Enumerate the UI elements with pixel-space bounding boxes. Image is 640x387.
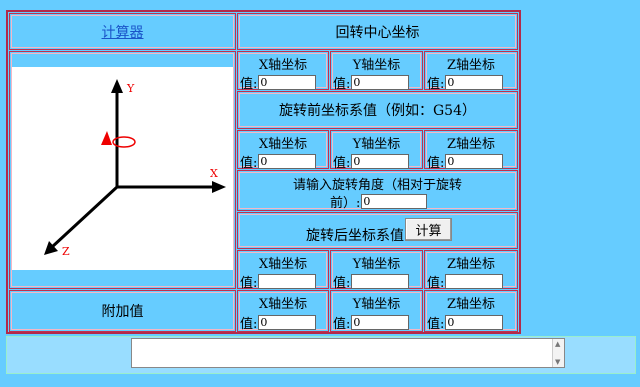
as-z-prefix: 值:	[427, 276, 445, 291]
output-textarea[interactable]: ▲ ▼	[131, 338, 565, 368]
ex-y-prefix: 值:	[333, 317, 351, 332]
bs-x-input[interactable]	[258, 154, 317, 169]
x-axis-label: X	[210, 167, 218, 180]
ex-z-prefix: 值:	[427, 317, 445, 332]
bs-x-cell: X轴坐标 值:	[237, 130, 329, 171]
rc-y-prefix: 值:	[333, 77, 351, 92]
bs-y-input[interactable]	[351, 154, 410, 169]
rotation-center-title-cell: 回转中心坐标	[237, 13, 518, 50]
rc-y-label: Y轴坐标	[352, 58, 401, 73]
bs-z-prefix: 值:	[427, 156, 445, 171]
diagram-cell: Y X Z	[9, 51, 236, 289]
calculate-button[interactable]: 计算	[405, 218, 452, 241]
before-system-title: 旋转前坐标系值（例如：G54）	[279, 103, 476, 119]
angle-cell: 请输入旋转角度（相对于旋转 前）:	[237, 170, 518, 211]
angle-prompt-line1: 请输入旋转角度（相对于旋转	[292, 178, 462, 193]
scroll-up-icon[interactable]: ▲	[555, 340, 560, 348]
after-system-title-cell: 旋转后坐标系值 计算	[237, 212, 518, 249]
bs-x-label: X轴坐标	[258, 137, 308, 152]
as-z-cell: Z轴坐标 值:	[424, 250, 518, 291]
ex-z-cell: Z轴坐标 值:	[424, 290, 518, 332]
before-system-title-cell: 旋转前坐标系值（例如：G54）	[237, 91, 518, 129]
ex-y-cell: Y轴坐标 值:	[330, 290, 423, 332]
as-x-input[interactable]	[258, 274, 317, 289]
bs-y-cell: Y轴坐标 值:	[330, 130, 423, 171]
angle-prompt-line2: 前）:	[330, 196, 361, 211]
as-z-label: Z轴坐标	[446, 257, 496, 272]
x-axis-arrow	[212, 181, 226, 193]
ex-z-label: Z轴坐标	[446, 297, 496, 312]
angle-input[interactable]	[361, 194, 428, 209]
rotation-center-title: 回转中心坐标	[335, 24, 420, 41]
scroll-down-icon[interactable]: ▼	[555, 358, 560, 366]
axis-diagram: Y X Z	[12, 67, 233, 270]
as-x-prefix: 值:	[240, 276, 258, 291]
after-system-title: 旋转后坐标系值	[306, 228, 404, 244]
rc-x-prefix: 值:	[240, 77, 258, 92]
rc-y-cell: Y轴坐标 值:	[330, 51, 423, 92]
rc-x-cell: X轴坐标 值:	[237, 51, 329, 92]
bs-y-prefix: 值:	[333, 156, 351, 171]
bs-z-input[interactable]	[445, 154, 504, 169]
calculator-link[interactable]: 计算器	[102, 22, 144, 42]
calculator-link-cell: 计算器	[9, 13, 236, 50]
rc-x-input[interactable]	[258, 75, 317, 90]
rc-x-label: X轴坐标	[258, 58, 308, 73]
as-y-cell: Y轴坐标 值:	[330, 250, 423, 291]
rotation-arrow-icon	[101, 131, 112, 145]
as-x-label: X轴坐标	[258, 257, 308, 272]
z-axis-label: Z	[62, 245, 70, 258]
z-axis-line	[50, 185, 119, 249]
ex-x-cell: X轴坐标 值:	[237, 290, 329, 332]
bs-y-label: Y轴坐标	[352, 137, 401, 152]
rc-y-input[interactable]	[351, 75, 410, 90]
as-y-input[interactable]	[351, 274, 410, 289]
rc-z-prefix: 值:	[427, 77, 445, 92]
rc-z-label: Z轴坐标	[446, 58, 496, 73]
bs-z-cell: Z轴坐标 值:	[424, 130, 518, 171]
ex-y-input[interactable]	[351, 315, 410, 330]
ex-x-label: X轴坐标	[258, 297, 308, 312]
extra-value-label-cell: 附加值	[9, 290, 236, 332]
y-axis-label: Y	[126, 82, 135, 95]
ex-z-input[interactable]	[445, 315, 504, 330]
ex-x-prefix: 值:	[240, 317, 258, 332]
ex-y-label: Y轴坐标	[352, 297, 401, 312]
rc-z-cell: Z轴坐标 值:	[424, 51, 518, 92]
bs-z-label: Z轴坐标	[446, 137, 496, 152]
output-scrollbar[interactable]: ▲ ▼	[552, 339, 564, 367]
axis-diagram-svg: Y X Z	[44, 79, 226, 258]
bs-x-prefix: 值:	[240, 156, 258, 171]
as-z-input[interactable]	[445, 274, 504, 289]
y-axis-arrow	[111, 79, 123, 93]
as-x-cell: X轴坐标 值:	[237, 250, 329, 291]
ex-x-input[interactable]	[258, 315, 317, 330]
as-y-prefix: 值:	[333, 276, 351, 291]
as-y-label: Y轴坐标	[352, 257, 401, 272]
rc-z-input[interactable]	[445, 75, 504, 90]
extra-value-label: 附加值	[101, 304, 144, 320]
